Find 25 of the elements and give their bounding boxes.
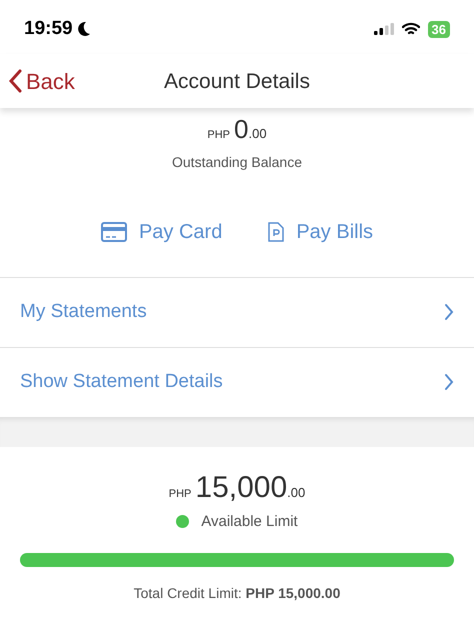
currency-label: PHP	[168, 486, 192, 502]
moon-icon	[76, 21, 91, 38]
menu-row[interactable]: My Statements	[0, 276, 474, 347]
credit-card-icon	[100, 222, 127, 242]
chevron-right-icon	[444, 373, 454, 392]
clock-time: 19:59	[24, 16, 73, 41]
action-button[interactable]: Pay Bills	[268, 216, 374, 247]
action-button[interactable]: Pay Card	[100, 216, 222, 247]
back-button[interactable]: Back	[8, 64, 75, 98]
page-title: Account Details	[164, 68, 310, 95]
limit-label: Available Limit	[201, 512, 298, 532]
amount-cents: .00	[248, 125, 267, 144]
battery-indicator: 36	[428, 20, 450, 38]
amount-value: 0	[234, 116, 248, 142]
amount-value: 15,000	[195, 472, 288, 502]
chevron-left-icon	[8, 69, 22, 94]
document-icon	[268, 222, 284, 242]
wifi-icon	[402, 22, 420, 36]
amount-cents: .00	[287, 484, 306, 502]
chevron-right-icon	[444, 303, 454, 322]
menu-row[interactable]: Show Statement Details	[0, 346, 474, 417]
currency-label: PHP	[207, 128, 230, 144]
signal-icon	[374, 23, 394, 36]
balance-label: Outstanding Balance	[172, 152, 302, 172]
total-credit-limit: Total Credit Limit: PHP 15,000.00	[134, 584, 340, 603]
